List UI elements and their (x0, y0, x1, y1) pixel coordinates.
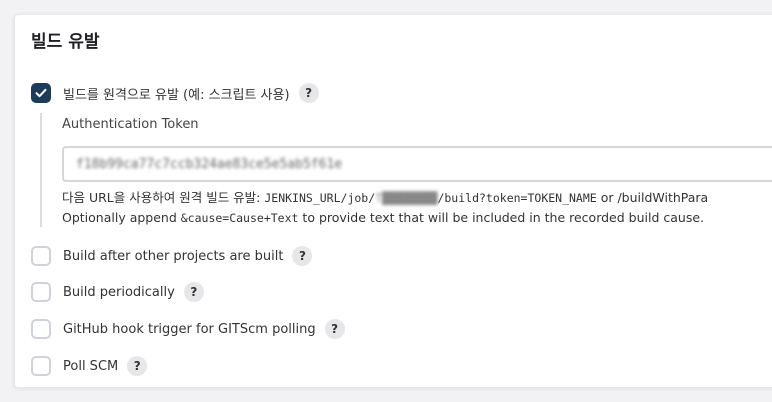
section-title: 빌드 유발 (31, 32, 100, 52)
trigger-row: Build periodically ? (31, 280, 204, 304)
cause-suffix: to provide text that will be included in… (298, 210, 705, 225)
checkmark-icon (35, 88, 47, 98)
trigger-row: Poll SCM ? (31, 354, 148, 378)
auth-token-value: f18b99ca77c7ccb324ae83ce5e5ab5f61e (76, 156, 343, 172)
trigger-label[interactable]: GitHub hook trigger for GITScm polling (63, 322, 316, 337)
trigger-row: Build after other projects are built ? (31, 244, 313, 268)
help-icon[interactable]: ? (127, 356, 148, 376)
nested-section-line (40, 113, 42, 227)
trigger-label[interactable]: Build periodically (63, 285, 175, 300)
cause-prefix: Optionally append (62, 210, 181, 225)
trigger-row: GitHub hook trigger for GITScm polling ? (31, 317, 345, 341)
help-icon[interactable]: ? (183, 282, 204, 302)
url-help-jenkins: JENKINS_URL/job/ (264, 191, 376, 205)
url-help-job: T████████ (375, 191, 438, 205)
trigger-label[interactable]: Poll SCM (63, 359, 118, 374)
trigger-label[interactable]: Build after other projects are built (63, 249, 283, 264)
url-help-rest: /build?token= (437, 191, 528, 205)
build-triggers-card: 빌드 유발 빌드를 원격으로 유발 (예: 스크립트 사용) ? Authent… (14, 14, 772, 388)
url-help-token: TOKEN_NAME (527, 191, 597, 205)
build-periodically-checkbox[interactable] (31, 282, 51, 302)
build-after-other-projects-checkbox[interactable] (31, 246, 51, 266)
help-icon[interactable]: ? (292, 246, 313, 266)
trigger-url-help: 다음 URL을 사용하여 원격 빌드 유발: JENKINS_URL/job/T… (62, 187, 708, 206)
remote-trigger-checkbox[interactable] (31, 83, 51, 103)
github-hook-trigger-checkbox[interactable] (31, 319, 51, 339)
help-icon[interactable]: ? (298, 83, 319, 103)
help-icon[interactable]: ? (324, 319, 345, 339)
auth-token-label: Authentication Token (62, 117, 199, 132)
remote-trigger-row: 빌드를 원격으로 유발 (예: 스크립트 사용) ? (31, 81, 319, 105)
cause-code: &cause=Cause+Text (180, 211, 299, 225)
poll-scm-checkbox[interactable] (31, 356, 51, 376)
cause-help: Optionally append &cause=Cause+Text to p… (62, 210, 704, 225)
remote-trigger-label[interactable]: 빌드를 원격으로 유발 (예: 스크립트 사용) (63, 84, 290, 103)
auth-token-input[interactable]: f18b99ca77c7ccb324ae83ce5e5ab5f61e (62, 146, 772, 182)
url-help-prefix: 다음 URL을 사용하여 원격 빌드 유발: (62, 190, 265, 205)
url-help-suffix: or /buildWithPara (596, 190, 709, 205)
